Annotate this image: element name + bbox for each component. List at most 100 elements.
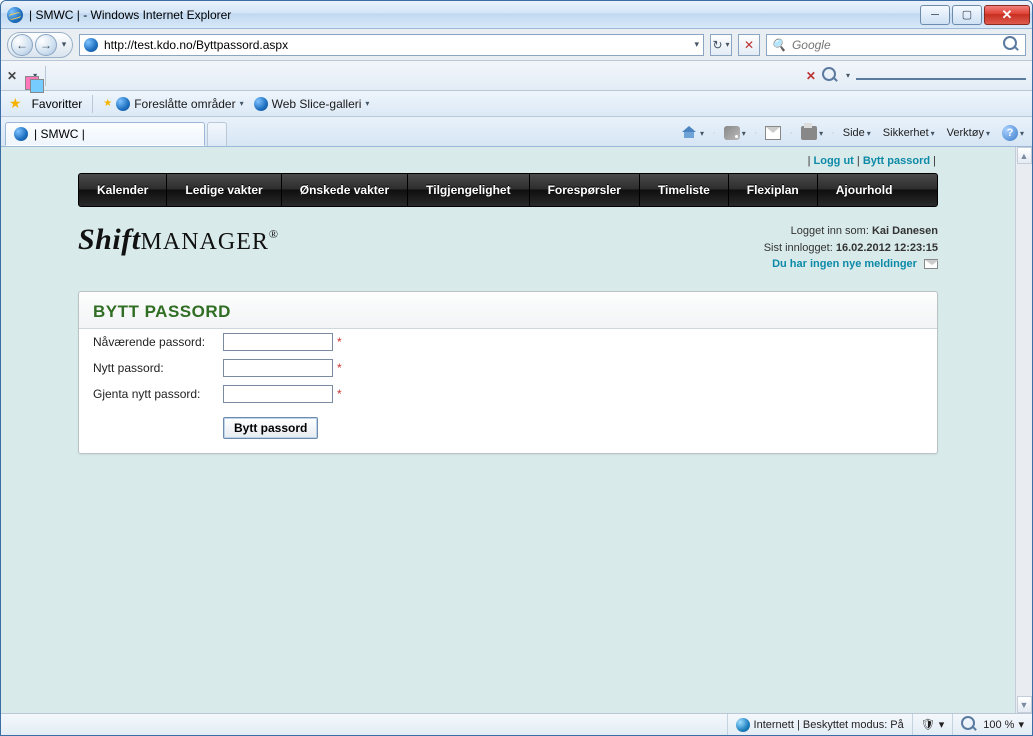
page-menu[interactable]: Side▾	[839, 125, 875, 141]
change-password-link[interactable]: Bytt passord	[863, 155, 930, 167]
nav-buttons: ← → ▾	[7, 32, 73, 58]
status-bar: Internett | Beskyttet modus: På 🛡 ▾ 100 …	[1, 713, 1032, 735]
menu-tilgjengelighet[interactable]: Tilgjengelighet	[408, 174, 529, 206]
favorites-bar: ★ Favoritter ★ Foreslåtte områder ▾ Web …	[1, 91, 1032, 117]
dropdown-icon: ▾	[365, 99, 369, 108]
page-icon	[84, 38, 98, 52]
star-icon: ★	[103, 98, 112, 109]
secondary-toolbar: ✕ ▾ ✕ ▾	[1, 61, 1032, 91]
zoom-icon	[961, 716, 979, 734]
search-go-icon[interactable]	[1003, 36, 1021, 54]
web-slice-label: Web Slice-galleri	[272, 97, 362, 111]
minimize-button[interactable]: ─	[920, 5, 950, 25]
tab-smwc[interactable]: | SMWC |	[5, 122, 205, 146]
tools-menu-label: Verktøy	[947, 127, 984, 139]
feeds-button[interactable]: ▾	[720, 124, 750, 142]
nav-history-dropdown[interactable]: ▾	[58, 39, 70, 50]
dropdown-icon: ▾	[742, 129, 746, 138]
find-input-line[interactable]	[856, 77, 1026, 80]
title-bar: | SMWC | - Windows Internet Explorer ─ ▢…	[1, 1, 1032, 29]
forward-button[interactable]: →	[35, 34, 57, 56]
suggested-sites-item[interactable]: ★ Foreslåtte områder ▾	[103, 97, 243, 111]
help-icon: ?	[1002, 125, 1018, 141]
main-menu: Kalender Ledige vakter Ønskede vakter Ti…	[78, 173, 938, 207]
menu-timeliste[interactable]: Timeliste	[640, 174, 729, 206]
new-tab-button[interactable]	[207, 122, 227, 146]
refresh-dropdown-icon[interactable]: ▾	[726, 40, 730, 49]
menu-onskede-vakter[interactable]: Ønskede vakter	[282, 174, 408, 206]
separator	[45, 66, 46, 86]
find-dropdown-icon[interactable]: ▾	[846, 71, 850, 80]
back-button[interactable]: ←	[11, 34, 33, 56]
new-password-row: Nytt passord: *	[79, 355, 937, 381]
menu-ledige-vakter[interactable]: Ledige vakter	[167, 174, 281, 206]
current-password-input[interactable]	[223, 333, 333, 351]
favorites-label[interactable]: Favoritter	[32, 97, 83, 111]
home-icon	[682, 126, 698, 140]
dropdown-icon: ▾	[700, 129, 704, 138]
viewport: | Logg ut | Bytt passord | Kalender Ledi…	[1, 147, 1032, 713]
submit-button[interactable]: Bytt passord	[223, 417, 318, 439]
menu-kalender[interactable]: Kalender	[79, 174, 167, 206]
vertical-scrollbar[interactable]: ▲ ▼	[1015, 147, 1032, 713]
tools-menu[interactable]: Verktøy▾	[943, 125, 994, 141]
refresh-button[interactable]: ↻▾	[710, 34, 732, 56]
tab-row: | SMWC | ▾ · ▾ · · ▾ · Side▾ Sikkerhet▾ …	[1, 117, 1032, 147]
dropdown-icon: ▾	[1018, 718, 1024, 731]
favorites-star-icon[interactable]: ★	[9, 95, 22, 112]
toolbar-close-icon[interactable]: ✕	[806, 69, 816, 83]
close-button[interactable]: ✕	[984, 5, 1030, 25]
ie-icon	[14, 127, 28, 141]
last-login-label: Sist innlogget:	[764, 242, 836, 254]
web-slice-item[interactable]: Web Slice-galleri ▾	[254, 97, 370, 111]
new-password-input[interactable]	[223, 359, 333, 377]
last-login-value: 16.02.2012 12:23:15	[836, 242, 938, 254]
logo-registered: ®	[269, 227, 279, 241]
address-bar[interactable]: ▾	[79, 34, 704, 56]
panel-header: BYTT PASSORD	[79, 292, 937, 329]
address-input[interactable]	[102, 37, 690, 53]
scroll-up-button[interactable]: ▲	[1017, 147, 1032, 164]
dropdown-icon: ▾	[931, 129, 935, 138]
status-zone: Internett | Beskyttet modus: På	[727, 714, 912, 735]
menu-ajourhold[interactable]: Ajourhold	[818, 174, 911, 206]
top-links: | Logg ut | Bytt passord |	[78, 155, 936, 167]
menu-foresporsler[interactable]: Forespørsler	[530, 174, 640, 206]
required-marker: *	[337, 335, 342, 349]
print-icon	[801, 126, 817, 140]
maximize-button[interactable]: ▢	[952, 5, 982, 25]
safety-menu-label: Sikkerhet	[883, 127, 929, 139]
status-zone-text: Internett | Beskyttet modus: På	[754, 719, 904, 731]
close-bar-button[interactable]: ✕	[7, 69, 17, 83]
safety-menu[interactable]: Sikkerhet▾	[879, 125, 939, 141]
ie-icon	[254, 97, 268, 111]
shield-icon: 🛡	[921, 718, 935, 731]
tab-label: | SMWC |	[34, 127, 85, 141]
new-password-label: Nytt passord:	[93, 361, 223, 375]
dropdown-icon: ▾	[939, 718, 945, 731]
browser-window: | SMWC | - Windows Internet Explorer ─ ▢…	[0, 0, 1033, 736]
required-marker: *	[337, 361, 342, 375]
scroll-down-button[interactable]: ▼	[1017, 696, 1032, 713]
page-menu-label: Side	[843, 127, 865, 139]
search-input[interactable]	[790, 37, 999, 53]
stop-button[interactable]: ✕	[738, 34, 760, 56]
read-mail-button[interactable]	[761, 124, 785, 142]
current-password-row: Nåværende passord: *	[79, 329, 937, 355]
logout-link[interactable]: Logg ut	[814, 155, 854, 167]
home-button[interactable]: ▾	[678, 124, 708, 142]
menu-flexiplan[interactable]: Flexiplan	[729, 174, 818, 206]
help-menu[interactable]: ?▾	[998, 123, 1028, 143]
no-messages-link[interactable]: Du har ingen nye meldinger	[772, 258, 917, 270]
repeat-password-input[interactable]	[223, 385, 333, 403]
status-protected-mode-toggle[interactable]: 🛡 ▾	[912, 714, 953, 735]
rss-icon	[724, 126, 740, 140]
print-button[interactable]: ▾	[797, 124, 827, 142]
find-icon[interactable]	[822, 67, 840, 85]
address-dropdown-icon[interactable]: ▾	[694, 39, 699, 50]
dropdown-icon: ▾	[1020, 129, 1024, 138]
search-box[interactable]: 🔍	[766, 34, 1026, 56]
change-password-panel: BYTT PASSORD Nåværende passord: * Nytt p…	[78, 291, 938, 454]
current-password-label: Nåværende passord:	[93, 335, 223, 349]
status-zoom[interactable]: 100 % ▾	[952, 714, 1032, 735]
